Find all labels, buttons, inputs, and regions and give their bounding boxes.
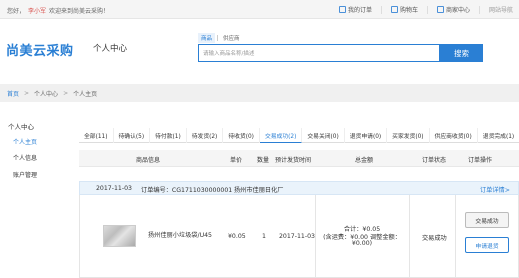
total-adjustment: ¥0.00): [351, 240, 373, 247]
cart-icon: [390, 6, 398, 13]
divider: [380, 5, 382, 14]
tab-pending-payment[interactable]: 待付款(1): [150, 128, 187, 143]
my-orders-link[interactable]: 我的订单: [338, 5, 372, 14]
order-status: 交易成功: [422, 235, 447, 242]
greeting: 您好， 李小军 欢迎来到尚美云采购！: [7, 6, 109, 15]
search-tab-product[interactable]: 商品: [198, 33, 216, 43]
top-links: 我的订单 购物车 商家中心 网站导航: [330, 5, 513, 14]
sidebar-item-home[interactable]: 个人主页: [13, 137, 37, 146]
site-nav-label: 网站导航: [488, 7, 513, 14]
unit-price: ¥0.05: [228, 233, 246, 240]
order-header: 2017-11-03 订单编号：CG1711030000001 扬州市佳丽日化厂…: [79, 181, 519, 195]
tab-buyer-shipped[interactable]: 买家发货(0): [387, 128, 430, 143]
tab-pending-confirm[interactable]: 待确认(5): [114, 128, 151, 143]
search-placeholder: 请输入商品名称/描述: [203, 51, 255, 57]
order-date: 2017-11-03: [96, 185, 132, 192]
seller-center-label: 商家中心: [445, 7, 470, 14]
divider: [217, 35, 219, 41]
col-status: 订单状态: [422, 157, 447, 164]
divider: [315, 195, 316, 278]
quantity: 1: [262, 233, 266, 240]
order-number: 订单编号：CG1711030000001: [141, 187, 233, 194]
tab-all[interactable]: 全部(11): [79, 128, 114, 143]
product-name[interactable]: 扬州佳丽小垃圾袋/U45: [148, 230, 212, 239]
header: 尚美云采购 个人中心 商品 供应商 请输入商品名称/描述 搜索: [0, 19, 519, 84]
chevron-right-icon: >: [24, 90, 30, 97]
list-icon: [338, 6, 346, 13]
tab-return-request[interactable]: 退货申请(0): [345, 128, 388, 143]
breadcrumb-current: 个人主页: [73, 91, 98, 98]
supplier-name[interactable]: 扬州市佳丽日化厂: [234, 185, 284, 194]
order-status-tabs: 全部(11) 待确认(5) 待付款(1) 待发货(2) 待收货(0) 交易成功(…: [79, 128, 519, 143]
tab-supplier-received[interactable]: 供应商收货(0): [430, 128, 478, 143]
col-ship-date: 预计发货时间: [275, 157, 312, 164]
search-input[interactable]: 请输入商品名称/描述: [198, 44, 440, 62]
col-quantity: 数量: [257, 157, 270, 164]
divider: [478, 5, 480, 14]
product-thumbnail[interactable]: [103, 225, 136, 247]
sidebar-title: 个人中心: [8, 123, 34, 131]
greeting-prefix: 您好，: [7, 8, 26, 15]
col-unit-price: 单价: [230, 157, 243, 164]
col-total: 总金额: [355, 157, 374, 164]
sidebar-item-account[interactable]: 账户管理: [13, 170, 37, 179]
breadcrumb-personal-center[interactable]: 个人中心: [34, 89, 58, 98]
sidebar-item-profile[interactable]: 个人信息: [13, 153, 37, 162]
search-tabs: 商品 供应商: [198, 33, 243, 43]
trade-success-button[interactable]: 交易成功: [465, 212, 509, 228]
site-nav-link[interactable]: 网站导航: [489, 5, 513, 14]
col-product: 商品信息: [136, 157, 161, 164]
divider: [426, 5, 428, 14]
request-return-button[interactable]: 申请退货: [465, 237, 509, 253]
tab-return-complete[interactable]: 退货完成(1): [478, 128, 519, 143]
tab-completed[interactable]: 交易成功(2): [259, 128, 303, 143]
search-tab-supplier[interactable]: 供应商: [220, 33, 243, 43]
divider: [409, 195, 410, 278]
welcome-text: 欢迎来到尚美云采购！: [49, 8, 110, 15]
cart-link[interactable]: 购物车: [390, 5, 418, 14]
chevron-right-icon: >: [63, 90, 69, 97]
ship-date: 2017-11-03: [279, 233, 315, 240]
tab-pending-shipment[interactable]: 待发货(2): [187, 128, 224, 143]
tab-closed[interactable]: 交易关闭(0): [302, 128, 345, 143]
top-bar: 您好， 李小军 欢迎来到尚美云采购！ 我的订单 购物车 商家中心 网站导航: [0, 0, 519, 19]
order-row: 扬州佳丽小垃圾袋/U45 ¥0.05 1 2017-11-03 合计：¥0.05…: [79, 195, 519, 278]
my-orders-label: 我的订单: [347, 7, 372, 14]
breadcrumb-home[interactable]: 首页: [7, 89, 19, 98]
store-icon: [436, 6, 444, 13]
divider: [455, 195, 456, 278]
seller-center-link[interactable]: 商家中心: [436, 5, 470, 14]
section-title: 个人中心: [93, 44, 128, 54]
cart-label: 购物车: [399, 7, 418, 14]
search-button[interactable]: 搜索: [440, 44, 483, 62]
table-header: 商品信息 单价 数量 预计发货时间 总金额 订单状态 订单操作: [79, 150, 519, 167]
order-detail-link[interactable]: 订单详情>: [480, 185, 510, 194]
col-actions: 订单操作: [468, 157, 493, 164]
tab-pending-receipt[interactable]: 待收货(0): [223, 128, 260, 143]
username-link[interactable]: 李小军: [28, 8, 46, 15]
breadcrumb: 首页 > 个人中心 > 个人主页: [7, 89, 97, 98]
site-logo[interactable]: 尚美云采购: [6, 40, 74, 59]
